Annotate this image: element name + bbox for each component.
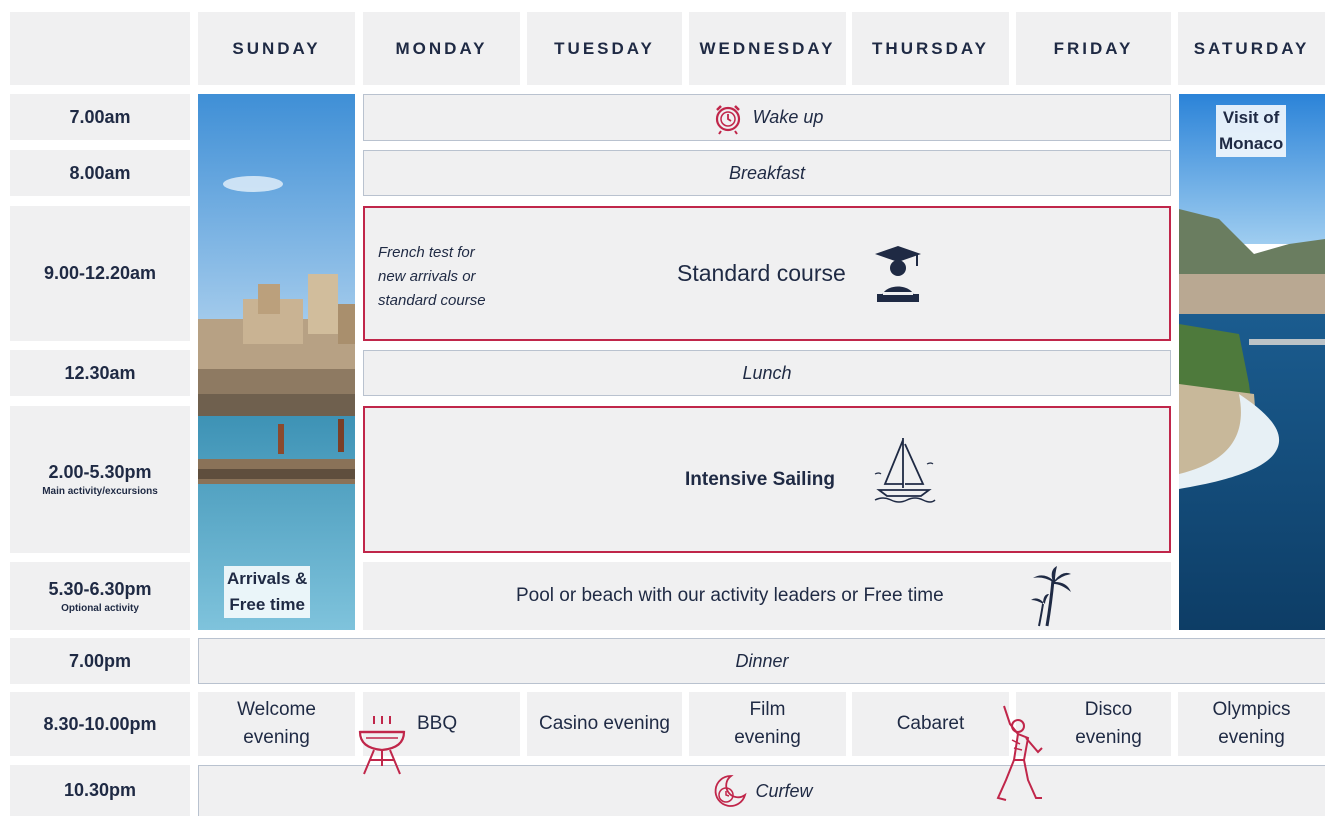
time-cell: 5.30-6.30pm Optional activity [10,562,190,630]
intensive-sailing-label: Intensive Sailing [685,469,835,490]
evening-sunday: Welcome evening [198,692,355,756]
sunday-label-line: Arrivals & [227,569,308,588]
time-cell: 2.00-5.30pm Main activity/excursions [10,406,190,553]
evening-tuesday: Casino evening [527,692,682,756]
evening-wednesday: Film evening [689,692,846,756]
breakfast-label: Breakfast [728,162,806,183]
time-sublabel: Main activity/excursions [42,486,158,497]
time-label: 8.00am [69,162,131,183]
saturday-photo [1179,94,1325,630]
evening-line: Olympics [1212,699,1291,720]
header-saturday: SATURDAY [1178,12,1325,85]
lunch-label: Lunch [742,362,792,383]
evening-line: evening [1075,727,1142,748]
dinner-label: Dinner [735,650,789,671]
palm-tree-icon [1031,566,1071,627]
time-cell: 9.00-12.20am [10,206,190,341]
curfew-label: Curfew [755,780,813,801]
evening-line: BBQ [417,713,458,734]
wake-up-label: Wake up [752,107,824,127]
sunday-label-line: Free time [229,595,305,614]
french-test-note: French test for new arrivals or standard… [378,241,486,313]
header-monday: MONDAY [363,12,520,85]
standard-course-label: Standard course [677,260,846,286]
time-cell: 12.30am [10,350,190,396]
breakfast-block: Breakfast [363,150,1171,196]
bbq-grill-icon [358,716,406,775]
saturday-label-line: Monaco [1219,134,1284,153]
time-cell: 10.30pm [10,765,190,816]
time-sublabel: Optional activity [61,602,139,614]
header-wednesday: WEDNESDAY [689,12,846,85]
evening-line: evening [243,727,310,748]
header-thursday: THURSDAY [852,12,1009,85]
saturday-label: Visit of Monaco [1216,105,1287,157]
sunday-label: Arrivals & Free time [224,566,311,618]
lunch-block: Lunch [363,350,1171,396]
moon-clock-icon [715,775,748,807]
time-label: 7.00am [69,106,131,127]
sailboat-icon [874,438,936,503]
time-cell: 8.30-10.00pm [10,692,190,756]
french-test-line: standard course [378,292,486,309]
wake-up-block: Wake up [363,94,1171,141]
header-sunday: SUNDAY [198,12,355,85]
time-label: 9.00-12.20am [43,263,157,283]
evening-line: Cabaret [896,713,965,734]
alarm-clock-icon [715,104,740,135]
intensive-sailing-block: Intensive Sailing [363,406,1171,553]
time-label: 10.30pm [63,780,137,800]
disco-dancer-icon [996,705,1043,801]
sunday-photo [198,94,355,630]
header-friday: FRIDAY [1016,12,1171,85]
french-test-line: new arrivals or [378,268,476,285]
evening-line: Welcome [237,699,316,720]
evening-line: Casino evening [539,713,670,734]
evening-thursday: Cabaret [852,692,1009,756]
time-cell: 7.00am [10,94,190,140]
evening-saturday: Olympics evening [1178,692,1325,756]
french-test-line: French test for [378,244,475,261]
time-label: 12.30am [64,362,136,383]
time-label: 2.00-5.30pm [48,462,152,482]
evening-line: evening [1218,727,1285,748]
evening-line: evening [734,727,801,748]
evening-line: Film [749,699,786,720]
time-cell: 7.00pm [10,638,190,684]
standard-course-block: French test for new arrivals or standard… [363,206,1171,341]
graduate-icon [875,246,921,302]
saturday-label-line: Visit of [1222,108,1280,127]
pool-block: Pool or beach with our activity leaders … [363,562,1171,630]
pool-label: Pool or beach with our activity leaders … [516,585,944,606]
time-label: 7.00pm [68,650,132,671]
time-label: 5.30-6.30pm [48,578,152,599]
corner-cell [10,12,190,85]
dinner-block: Dinner [198,638,1325,684]
header-tuesday: TUESDAY [527,12,682,85]
time-label: 8.30-10.00pm [43,713,157,734]
evening-line: Disco [1084,699,1133,720]
time-cell: 8.00am [10,150,190,196]
